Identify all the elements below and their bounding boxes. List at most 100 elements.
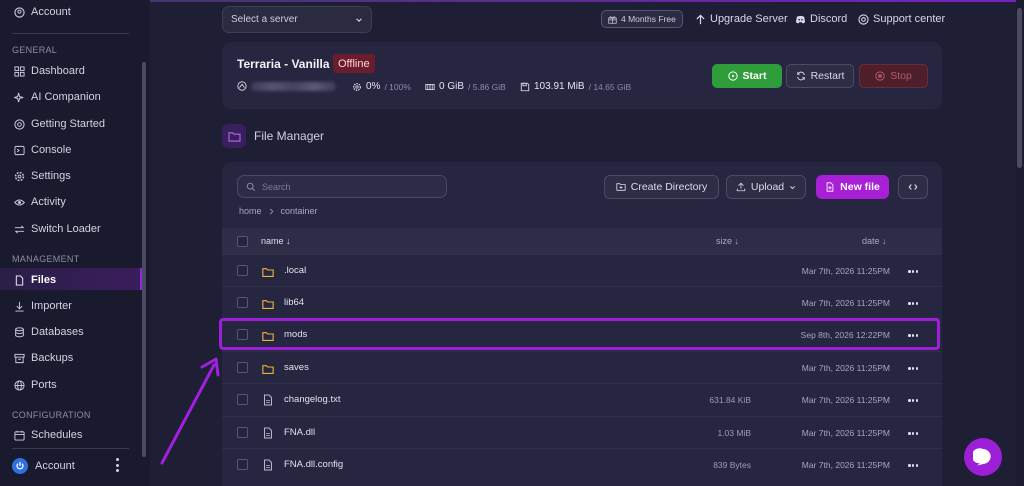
column-header-date[interactable]: date ↓: [862, 236, 887, 246]
row-checkbox[interactable]: [237, 362, 248, 373]
row-checkbox[interactable]: [237, 427, 248, 438]
redacted-ip: [251, 81, 336, 91]
sidebar-item-switch-loader[interactable]: Switch Loader: [14, 220, 101, 238]
start-button[interactable]: Start: [712, 64, 782, 88]
file-name[interactable]: FNA.dll: [284, 427, 315, 438]
section-management: MANAGEMENT: [12, 254, 80, 264]
file-name[interactable]: .local: [284, 265, 306, 276]
memory-icon: [425, 83, 435, 90]
server-select[interactable]: Select a server: [222, 6, 372, 33]
folder-icon: [262, 361, 274, 374]
sidebar-item-dashboard[interactable]: Dashboard: [14, 62, 85, 80]
file-icon: [15, 274, 24, 286]
disk-icon: [520, 82, 530, 91]
file-name[interactable]: lib64: [284, 297, 304, 308]
sidebar: Account GENERAL Dashboard AI Companion G…: [0, 0, 150, 486]
file-size: 839 Bytes: [713, 460, 751, 470]
row-checkbox[interactable]: [237, 459, 248, 470]
table-header: [222, 228, 942, 255]
chat-launcher-button[interactable]: [964, 438, 1002, 476]
eye-icon: [14, 199, 25, 205]
upload-icon: [736, 182, 746, 192]
row-checkbox[interactable]: [237, 394, 248, 405]
file-date: Mar 7th, 2026 11:25PM: [801, 266, 890, 276]
page-scrollbar[interactable]: [1016, 0, 1024, 486]
file-name[interactable]: changelog.txt: [284, 394, 341, 405]
row-menu-icon[interactable]: [908, 464, 918, 467]
sidebar-scrollbar[interactable]: [142, 62, 146, 457]
server-select-placeholder: Select a server: [231, 14, 298, 25]
select-all-checkbox[interactable]: [237, 236, 248, 247]
cpu-icon: [353, 82, 361, 91]
promo-badge[interactable]: 4 Months Free: [601, 10, 683, 28]
sidebar-account-button[interactable]: Account: [12, 457, 75, 475]
promo-label: 4 Months Free: [621, 14, 676, 24]
file-date: Mar 7th, 2026 11:25PM: [801, 460, 890, 470]
table-row[interactable]: FNA.dll.config 839 Bytes Mar 7th, 2026 11:…: [222, 448, 942, 481]
code-view-button[interactable]: [898, 175, 928, 199]
column-header-size[interactable]: size ↓: [716, 236, 739, 246]
folder-icon: [262, 264, 274, 277]
arrow-up-icon: [696, 14, 705, 24]
table-row[interactable]: changelog.txt 631.84 KiB Mar 7th, 2026 11:…: [222, 383, 942, 416]
breadcrumb-container[interactable]: container: [281, 206, 318, 216]
search-input[interactable]: Search: [237, 175, 447, 198]
more-options-icon[interactable]: [114, 458, 120, 472]
table-row[interactable]: .local Mar 7th, 2026 11:25PM: [222, 254, 942, 287]
folder-icon: [222, 124, 246, 148]
sidebar-item-ports[interactable]: Ports: [14, 376, 57, 394]
chevron-right-icon: [269, 208, 274, 214]
server-name: Terraria - Vanilla: [237, 57, 330, 71]
sidebar-item-schedules[interactable]: Schedules: [14, 426, 82, 444]
calendar-icon: [14, 430, 25, 441]
section-general: GENERAL: [12, 45, 58, 55]
restart-button[interactable]: Restart: [786, 64, 854, 88]
sidebar-item-importer[interactable]: Importer: [14, 297, 72, 315]
new-file-button[interactable]: New file: [816, 175, 889, 199]
archive-icon: [14, 353, 25, 363]
row-menu-icon[interactable]: [908, 432, 918, 435]
row-menu-icon[interactable]: [908, 270, 918, 273]
search-icon: [246, 182, 256, 191]
create-directory-button[interactable]: Create Directory: [604, 175, 719, 199]
page-scrollbar-thumb[interactable]: [1017, 8, 1022, 168]
stop-button[interactable]: Stop: [859, 64, 928, 88]
column-header-name[interactable]: name ↓: [261, 236, 291, 246]
row-checkbox[interactable]: [237, 297, 248, 308]
table-row[interactable]: saves Mar 7th, 2026 11:25PM: [222, 351, 942, 384]
sidebar-item-settings[interactable]: Settings: [14, 167, 71, 185]
sidebar-item-console[interactable]: Console: [14, 141, 71, 159]
discord-link[interactable]: Discord: [795, 12, 847, 26]
upgrade-server-link[interactable]: Upgrade Server: [695, 12, 788, 26]
breadcrumb-home[interactable]: home: [239, 206, 262, 216]
sidebar-item-account-top[interactable]: Account: [14, 3, 71, 21]
sidebar-item-getting-started[interactable]: Getting Started: [14, 115, 105, 133]
compass-icon: [14, 118, 25, 130]
sidebar-item-ai-companion[interactable]: AI Companion: [14, 88, 101, 106]
sidebar-item-activity[interactable]: Activity: [14, 193, 66, 211]
file-name[interactable]: saves: [284, 362, 309, 373]
page-title: File Manager: [254, 129, 325, 143]
sidebar-item-files[interactable]: Files: [14, 271, 56, 289]
app-window: { "sidebar": { "account_top": "Account",…: [0, 0, 1024, 486]
chevron-down-icon: [356, 17, 362, 22]
table-row[interactable]: FNA.dll 1.03 MiB Mar 7th, 2026 11:25PM: [222, 416, 942, 449]
sidebar-item-backups[interactable]: Backups: [14, 349, 73, 367]
file-name[interactable]: FNA.dll.config: [284, 459, 343, 470]
divider: [12, 448, 129, 449]
upload-button[interactable]: Upload: [726, 175, 806, 199]
sidebar-item-label: Account: [31, 6, 71, 18]
file-date: Mar 7th, 2026 11:25PM: [801, 298, 890, 308]
refresh-icon: [796, 71, 805, 81]
breadcrumb: home container: [239, 206, 318, 216]
sidebar-item-label: Databases: [31, 326, 84, 338]
file-date: Mar 7th, 2026 11:25PM: [801, 363, 890, 373]
table-row[interactable]: lib64 Mar 7th, 2026 11:25PM: [222, 286, 942, 319]
row-menu-icon[interactable]: [908, 367, 918, 370]
sidebar-item-databases[interactable]: Databases: [14, 323, 84, 341]
row-menu-icon[interactable]: [908, 399, 918, 402]
support-center-link[interactable]: Support center: [858, 12, 945, 26]
row-checkbox[interactable]: [237, 265, 248, 276]
row-menu-icon[interactable]: [908, 302, 918, 305]
play-icon: [727, 71, 738, 81]
